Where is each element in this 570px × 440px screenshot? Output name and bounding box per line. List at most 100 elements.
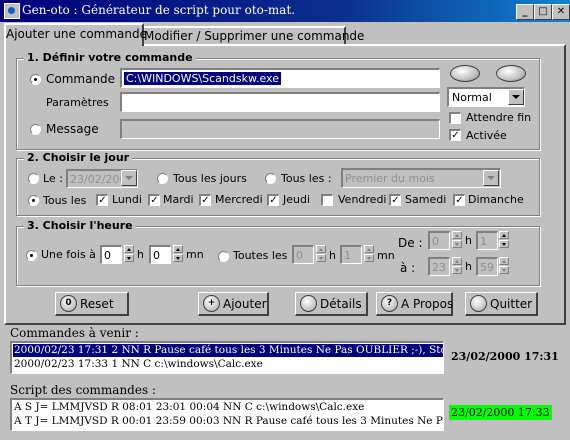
a-h-field[interactable]: 23 — [428, 257, 450, 276]
tab-modifier[interactable]: Modifier / Supprimer une commande — [142, 26, 364, 46]
le-label: Le : — [43, 172, 63, 185]
message-field[interactable] — [120, 119, 440, 139]
option-button[interactable] — [496, 65, 526, 82]
details-icon — [300, 295, 317, 312]
reset-icon: 0 — [60, 295, 77, 312]
toutes-h-spinner[interactable] — [316, 245, 326, 263]
checkbox-activee[interactable]: ✓ — [449, 129, 461, 141]
commandes-list[interactable]: 2000/02/23 17:31 2 NN R Pause café tous … — [10, 341, 444, 374]
commandes-label: Commandes à venir : — [10, 326, 139, 340]
day-label-samedi: Samedi — [405, 193, 447, 206]
title-bar[interactable]: Gen-oto : Générateur de script pour oto-… — [0, 0, 570, 22]
checkbox-dimanche[interactable]: ✓ — [453, 194, 465, 206]
h-unit-3: h — [465, 234, 472, 247]
checkbox-mercredi[interactable]: ✓ — [199, 194, 211, 206]
checkbox-lundi[interactable]: ✓ — [96, 194, 108, 206]
window-title: Gen-oto : Générateur de script pour oto-… — [22, 3, 296, 17]
day-label-mercredi: Mercredi — [215, 193, 263, 206]
radio-tous-les-jours[interactable] — [157, 173, 168, 184]
radio-le[interactable] — [28, 173, 39, 184]
de-label: De : — [398, 236, 423, 250]
une-fois-mn-spinner[interactable] — [173, 245, 183, 263]
a-label: à : — [400, 261, 416, 275]
script-label: Script des commandes : — [10, 383, 156, 397]
tous-les-label: Tous les : — [281, 172, 332, 185]
toutes-mn-field[interactable]: 1 — [340, 245, 362, 264]
reset-button[interactable]: 0 Reset — [55, 292, 129, 316]
date-dropdown-icon[interactable] — [121, 170, 137, 186]
toutes-les-label: Toutes les — [233, 249, 288, 262]
toutes-mn-spinner[interactable] — [364, 245, 374, 263]
tous-les-value: Premier du mois — [345, 172, 435, 185]
toutes-h-field[interactable]: 0 — [292, 245, 314, 264]
attendre-fin-label: Attendre fin — [466, 111, 532, 124]
browse-button[interactable] — [450, 65, 480, 82]
h-unit-4: h — [465, 260, 472, 273]
activee-label: Activée — [466, 129, 507, 142]
chevron-down-icon[interactable] — [508, 89, 524, 105]
checkbox-samedi[interactable]: ✓ — [389, 194, 401, 206]
h-unit: h — [137, 248, 144, 261]
day-label-mardi: Mardi — [163, 193, 194, 206]
radio-tous-les-days[interactable] — [28, 195, 39, 206]
a-h-spinner[interactable] — [452, 257, 462, 275]
de-mn-field[interactable]: 1 — [476, 231, 498, 250]
radio-message[interactable] — [30, 124, 41, 135]
checkbox-mardi[interactable]: ✓ — [148, 194, 160, 206]
section3-title: 3. Choisir l'heure — [24, 219, 136, 232]
radio-commande[interactable] — [30, 74, 41, 85]
plus-icon: + — [203, 295, 220, 312]
commandes-timestamp: 23/02/2000 17:31 — [451, 350, 559, 363]
radio-une-fois[interactable] — [26, 250, 37, 261]
question-icon: ? — [381, 295, 398, 312]
ajouter-button[interactable]: + Ajouter — [198, 292, 269, 316]
parametres-label: Paramètres — [46, 96, 109, 109]
maximize-icon[interactable]: □ — [534, 4, 552, 20]
window-mode-value: Normal — [452, 91, 492, 104]
commande-value: C:\WINDOWS\Scandskw.exe — [124, 72, 281, 85]
details-button[interactable]: Détails — [295, 292, 368, 316]
app-icon — [4, 3, 20, 19]
parametres-field[interactable] — [120, 92, 440, 112]
une-fois-mn-field[interactable]: 0 — [149, 245, 171, 264]
une-fois-h-spinner[interactable] — [124, 245, 134, 263]
day-label-lundi: Lundi — [112, 193, 142, 206]
commande-field[interactable]: C:\WINDOWS\Scandskw.exe — [120, 68, 440, 88]
exit-icon — [470, 295, 487, 312]
checkbox-attendre-fin[interactable] — [449, 112, 461, 124]
day-label-dimanche: Dimanche — [468, 193, 524, 206]
mn-unit-2: mn — [377, 249, 395, 262]
tous-les-jours-label: Tous les jours — [173, 172, 247, 185]
section2-title: 2. Choisir le jour — [24, 151, 133, 164]
checkbox-jeudi[interactable]: ✓ — [267, 194, 279, 206]
de-mn-spinner[interactable] — [499, 231, 509, 249]
a-mn-spinner[interactable] — [499, 257, 509, 275]
day-label-jeudi: Jeudi — [283, 193, 311, 206]
h-unit-2: h — [329, 249, 336, 262]
une-fois-label: Une fois à : — [41, 248, 104, 261]
list-item[interactable]: 2000/02/23 17:31 2 NN R Pause café tous … — [13, 344, 443, 357]
a-mn-field[interactable]: 59 — [476, 257, 498, 276]
list-item[interactable]: A S J= LMMJVSD R 08:01 23:01 00:04 NN C … — [13, 401, 364, 414]
script-timestamp: 23/02/2000 17:33 — [449, 405, 552, 420]
script-list[interactable]: A S J= LMMJVSD R 08:01 23:01 00:04 NN C … — [10, 398, 444, 431]
commande-label: Commande — [46, 72, 116, 86]
list-item[interactable]: A T J= LMMJVSD R 00:01 23:59 00:03 NN R … — [13, 415, 443, 428]
de-h-spinner[interactable] — [452, 231, 462, 249]
tous-les-dropdown-icon[interactable] — [483, 170, 499, 186]
list-item[interactable]: 2000/02/23 17:33 1 NN C c:\windows\Calc.… — [13, 358, 263, 371]
tous-les-select[interactable]: Premier du mois — [341, 168, 501, 188]
quitter-button[interactable]: Quitter — [465, 292, 538, 316]
section1-title: 1. Définir votre commande — [24, 51, 196, 64]
close-icon[interactable]: ✕ — [552, 4, 570, 20]
apropos-button[interactable]: ? A Propos — [376, 292, 453, 316]
checkbox-vendredi[interactable] — [321, 194, 333, 206]
message-label: Message — [46, 122, 99, 136]
tab-ajouter[interactable]: Ajouter une commande — [4, 23, 147, 46]
day-label-vendredi: Vendredi — [338, 193, 387, 206]
une-fois-h-field[interactable]: 0 — [100, 245, 122, 264]
radio-tous-les[interactable] — [265, 173, 276, 184]
de-h-field[interactable]: 0 — [428, 231, 450, 250]
minimize-icon[interactable]: _ — [516, 4, 534, 20]
radio-toutes-les[interactable] — [218, 251, 229, 262]
